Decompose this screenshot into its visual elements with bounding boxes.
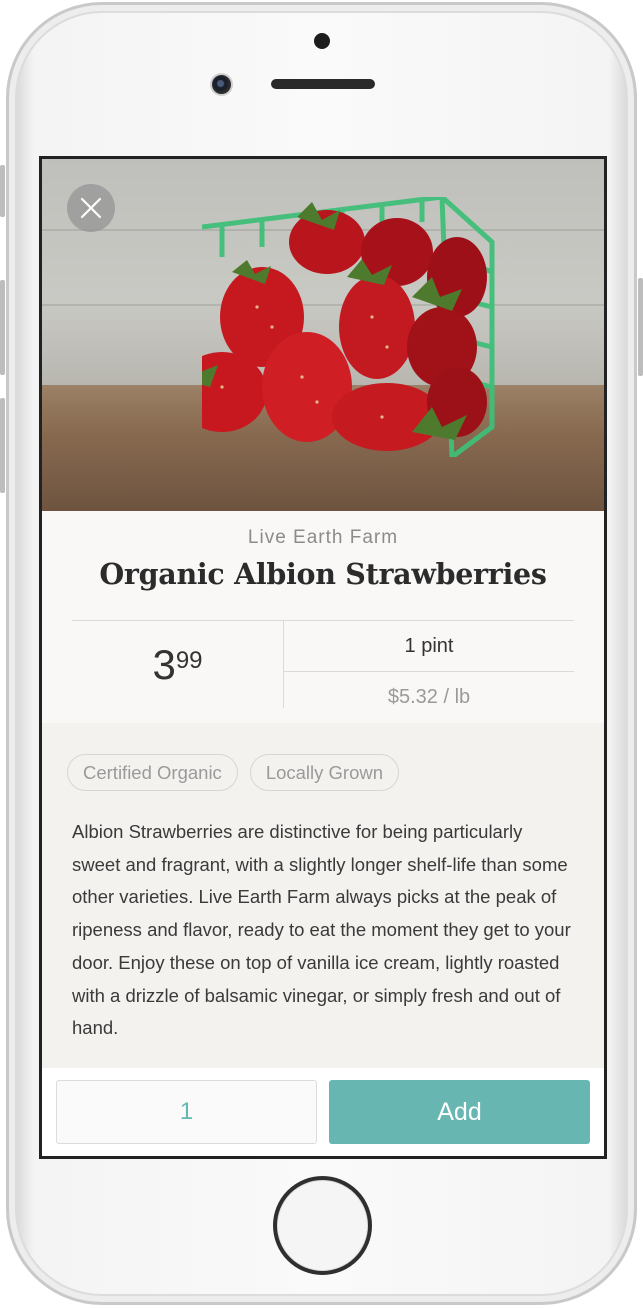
product-image bbox=[42, 159, 604, 511]
volume-down-button bbox=[0, 398, 5, 493]
earpiece-speaker bbox=[271, 79, 375, 89]
tag-certified-organic[interactable]: Certified Organic bbox=[67, 754, 238, 791]
farm-name: Live Earth Farm bbox=[247, 527, 399, 548]
product-description: Albion Strawberries are distinctive for … bbox=[72, 821, 571, 1039]
close-button[interactable] bbox=[67, 184, 115, 232]
proximity-sensor bbox=[314, 33, 330, 49]
price-per-lb: $5.32 / lb bbox=[387, 685, 471, 708]
strawberry-basket-illustration bbox=[202, 197, 495, 457]
product-detail-screen: Live Earth Farm Organic Albion Strawberr… bbox=[39, 156, 607, 1159]
close-icon bbox=[80, 197, 102, 219]
product-details: Certified Organic Locally Grown Albion S… bbox=[42, 723, 604, 1068]
price: 3 99 bbox=[72, 621, 283, 709]
product-info: Live Earth Farm Organic Albion Strawberr… bbox=[42, 511, 604, 723]
unit-size: 1 pint bbox=[404, 634, 454, 657]
add-to-cart-bar: 1 Add bbox=[42, 1068, 604, 1156]
power-button bbox=[638, 278, 643, 376]
price-cents: 99 bbox=[175, 647, 203, 674]
price-dollars: 3 bbox=[152, 641, 176, 688]
quantity-input[interactable]: 1 bbox=[56, 1080, 317, 1144]
home-button[interactable] bbox=[273, 1176, 372, 1275]
volume-up-button bbox=[0, 280, 5, 375]
add-button[interactable]: Add bbox=[329, 1080, 590, 1144]
product-title: Organic Albion Strawberries bbox=[99, 557, 547, 591]
tag-locally-grown[interactable]: Locally Grown bbox=[249, 754, 400, 791]
mute-switch bbox=[0, 165, 5, 217]
tag-list: Certified Organic Locally Grown bbox=[67, 754, 400, 791]
front-camera bbox=[210, 73, 233, 96]
